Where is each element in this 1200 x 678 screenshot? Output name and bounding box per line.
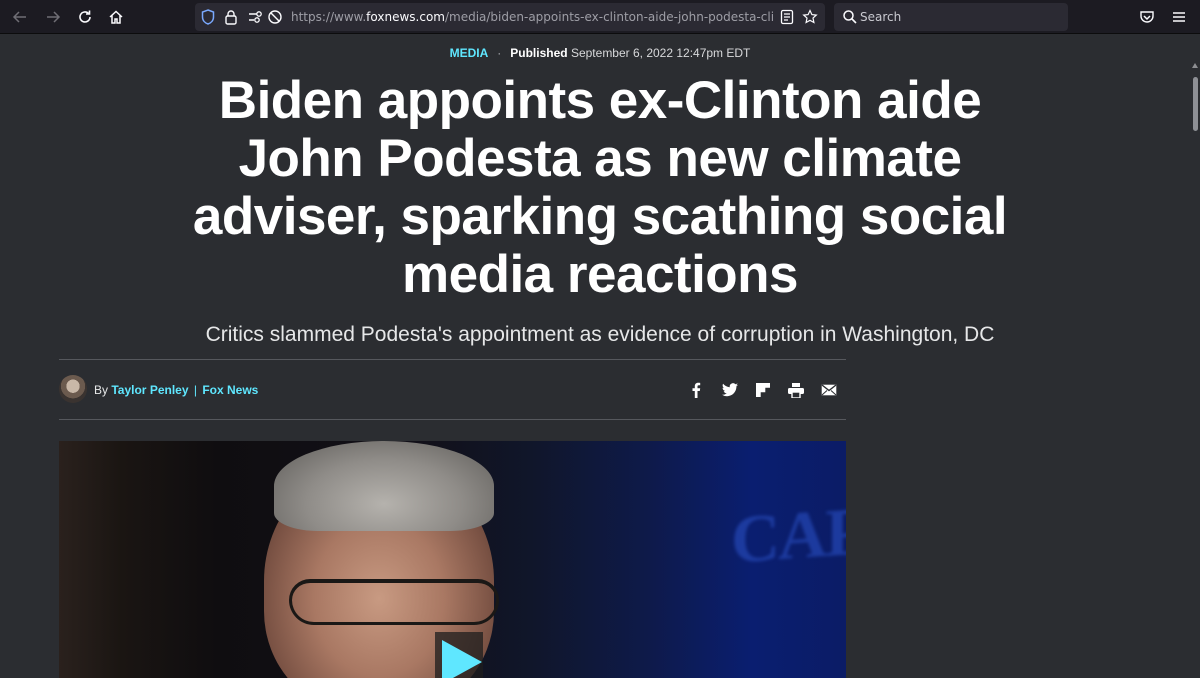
divider-top <box>59 359 846 360</box>
scroll-up-arrow-icon[interactable] <box>1192 63 1198 68</box>
hero-background-sign: CAP <box>731 492 846 578</box>
search-bar[interactable]: Search <box>834 3 1068 31</box>
author-link[interactable]: Taylor Penley <box>111 383 188 397</box>
reload-icon[interactable] <box>73 5 97 29</box>
author-avatar[interactable] <box>59 375 87 403</box>
twitter-icon[interactable] <box>720 380 740 400</box>
article-subhead: Critics slammed Podesta's appointment as… <box>205 323 995 346</box>
url-bar[interactable]: https://www.foxnews.com/media/biden-appo… <box>195 3 825 31</box>
url-prefix: https://www. <box>291 10 367 24</box>
url-domain: foxnews.com <box>366 10 445 24</box>
video-play-button[interactable] <box>435 632 483 678</box>
pocket-icon[interactable] <box>1135 5 1159 29</box>
page-scrollbar[interactable] <box>1190 35 1200 678</box>
article-headline: Biden appoints ex-Clinton aide John Pode… <box>192 71 1008 304</box>
published-label: Published <box>510 46 568 60</box>
hero-video[interactable]: CAP <box>59 441 846 678</box>
scroll-thumb[interactable] <box>1193 77 1198 131</box>
forward-icon[interactable] <box>41 5 65 29</box>
permissions-icon[interactable] <box>248 9 264 25</box>
home-icon[interactable] <box>104 5 128 29</box>
url-text[interactable]: https://www.foxnews.com/media/biden-appo… <box>291 9 773 25</box>
menu-icon[interactable] <box>1167 5 1191 29</box>
reader-view-icon[interactable] <box>779 9 795 25</box>
email-icon[interactable] <box>819 380 839 400</box>
byline-prefix: By <box>94 383 109 397</box>
hero-person-hair <box>274 441 494 531</box>
byline: By Taylor Penley | Fox News <box>94 382 258 398</box>
search-icon <box>842 9 858 25</box>
flipboard-icon[interactable] <box>753 380 773 400</box>
facebook-icon[interactable] <box>686 380 706 400</box>
back-icon[interactable] <box>8 5 32 29</box>
byline-separator: | <box>193 383 197 397</box>
article-page: MEDIA · Published September 6, 2022 12:47p… <box>0 35 1200 678</box>
hero-person-glasses <box>289 579 499 625</box>
play-icon <box>442 640 482 678</box>
source-link[interactable]: Fox News <box>202 383 258 397</box>
meta-separator: · <box>497 46 502 60</box>
bookmark-star-icon[interactable] <box>802 9 818 25</box>
browser-toolbar: https://www.foxnews.com/media/biden-appo… <box>0 0 1200 34</box>
tracking-icon[interactable] <box>267 9 283 25</box>
divider-bottom <box>59 419 846 420</box>
print-icon[interactable] <box>786 380 806 400</box>
search-placeholder: Search <box>860 10 902 24</box>
category-eyebrow[interactable]: MEDIA <box>450 46 489 60</box>
article-meta: MEDIA · Published September 6, 2022 12:47p… <box>0 45 1200 61</box>
url-path: /media/biden-appoints-ex-clinton-aide-jo… <box>444 10 773 24</box>
lock-icon[interactable] <box>223 9 239 25</box>
published-date: September 6, 2022 12:47pm EDT <box>570 46 751 60</box>
shield-icon[interactable] <box>200 9 216 25</box>
